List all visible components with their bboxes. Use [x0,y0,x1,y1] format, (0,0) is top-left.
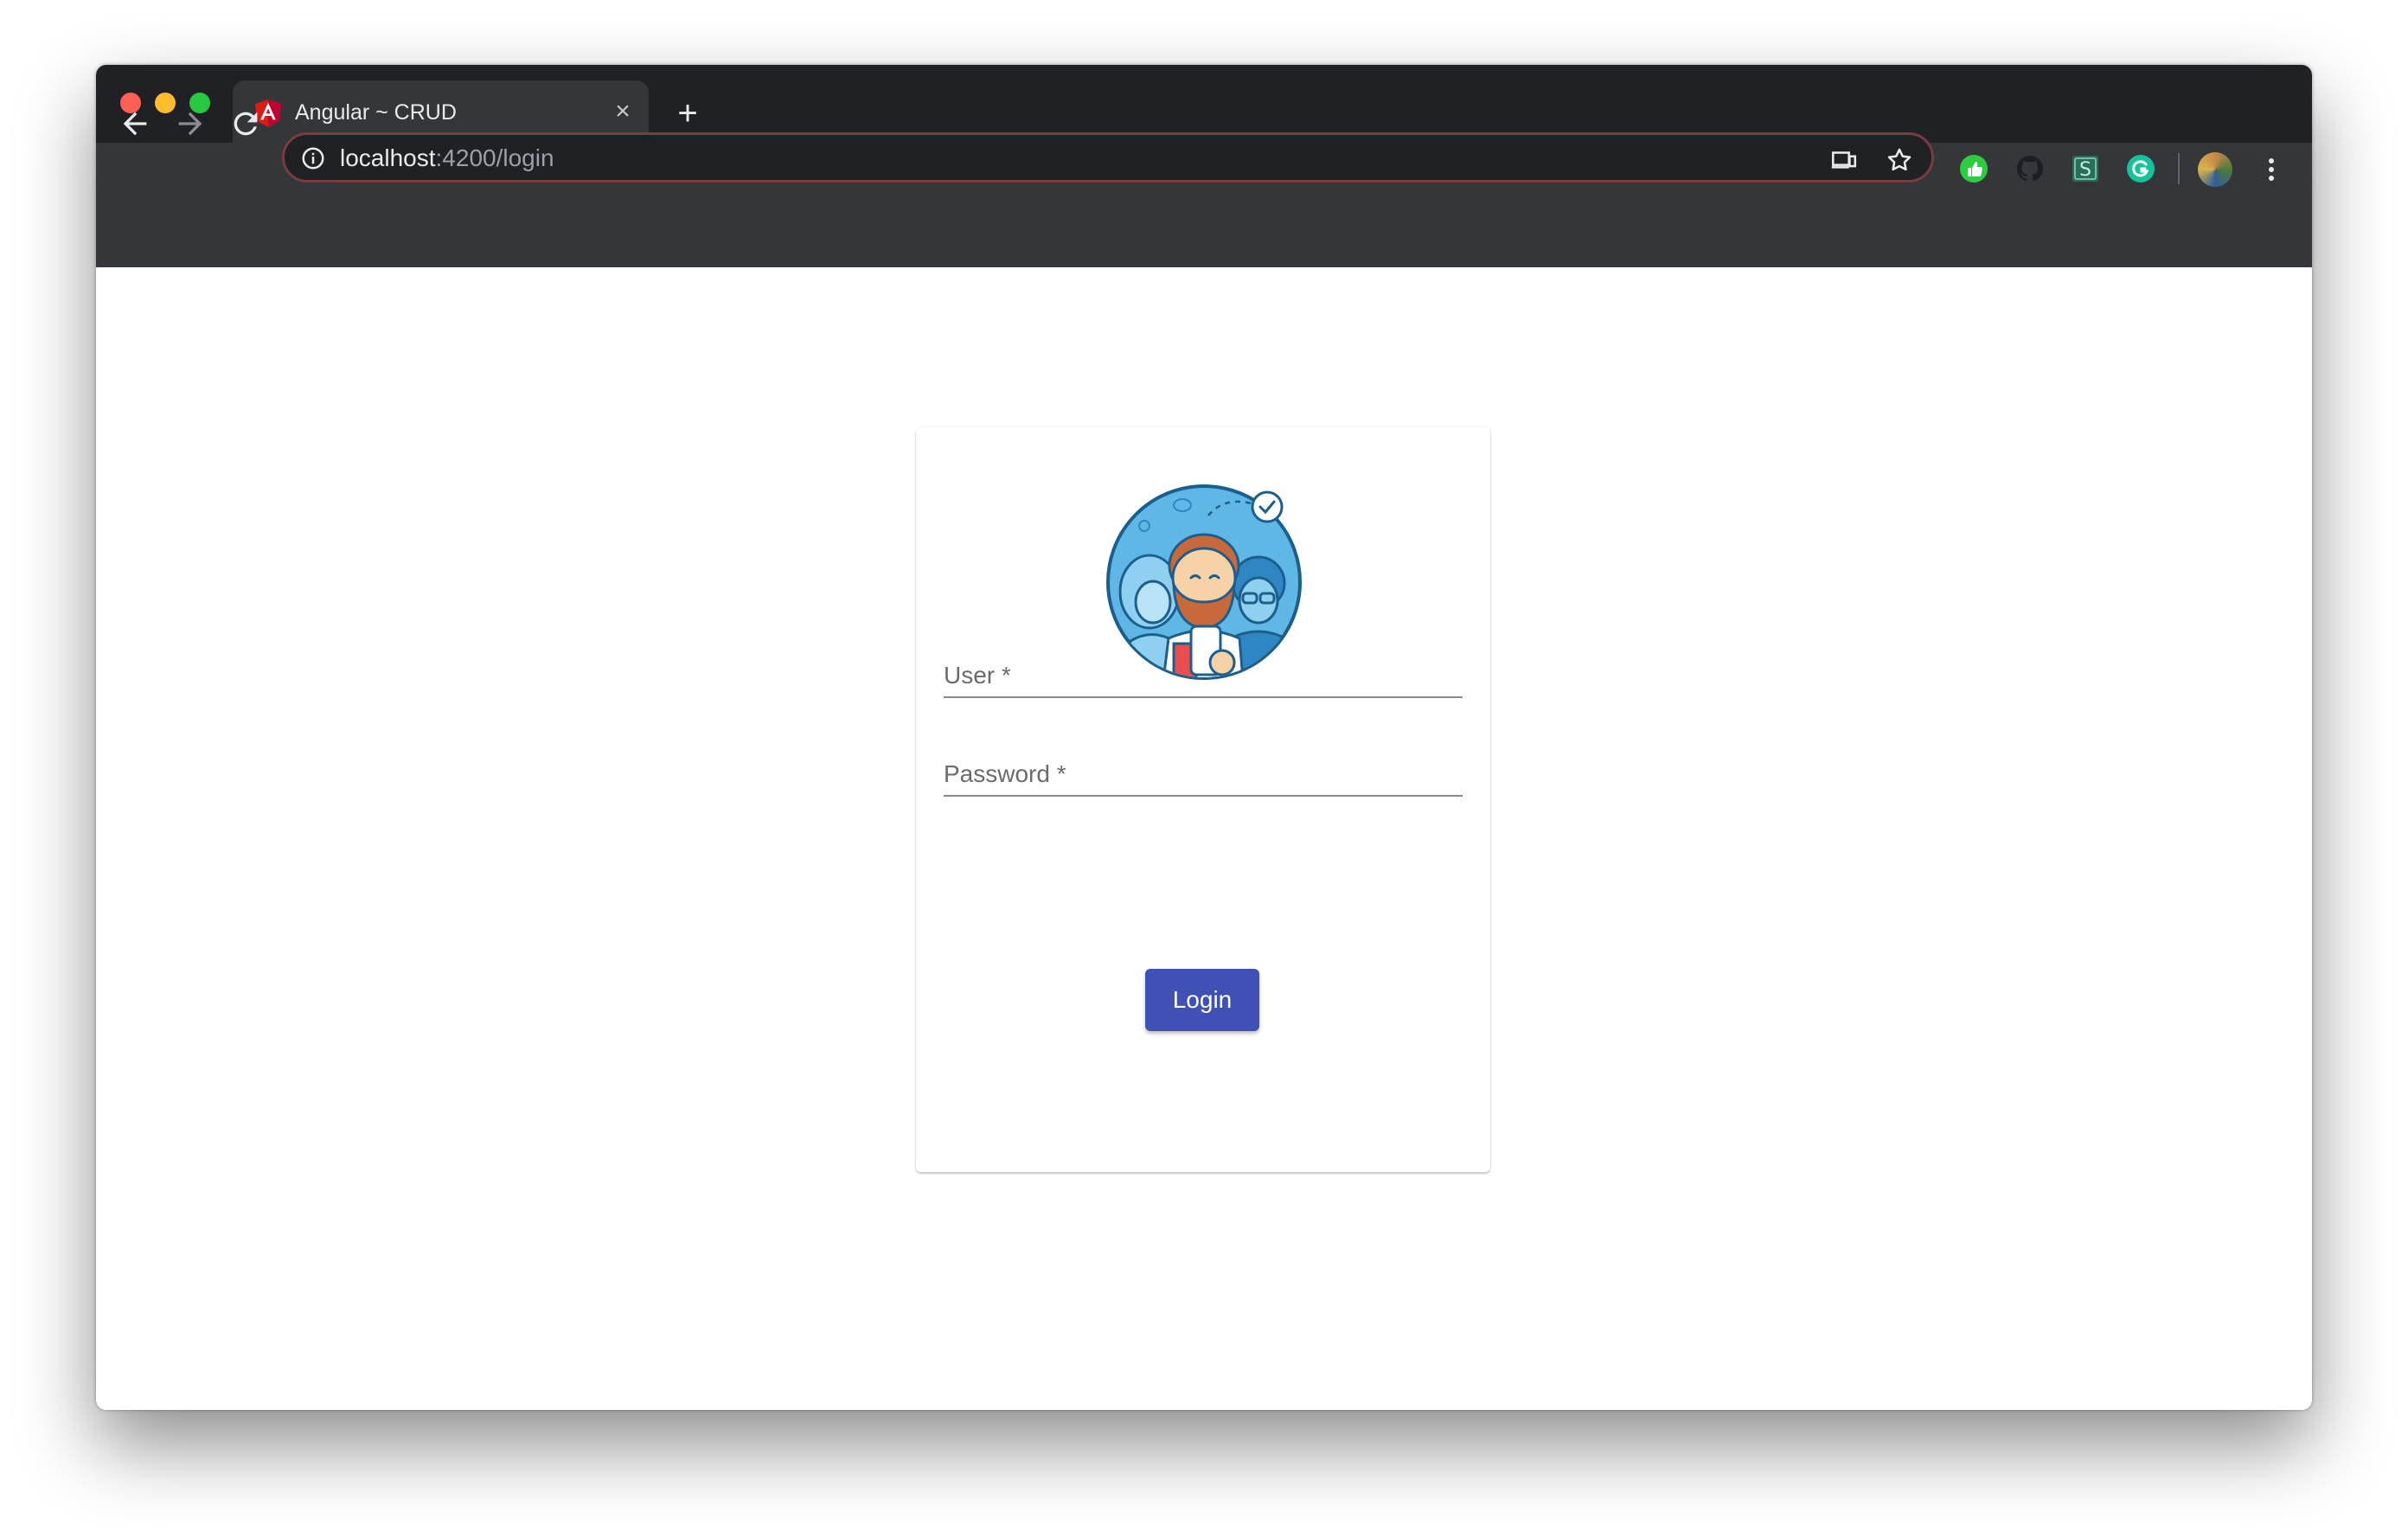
reload-icon[interactable] [228,106,263,141]
svg-text:S: S [2079,159,2091,181]
bookmark-star-icon[interactable] [1885,145,1914,175]
site-info-icon[interactable] [300,145,326,171]
user-field[interactable]: User * [944,638,1466,700]
login-button[interactable]: Login [1145,969,1259,1031]
thumbs-up-extension-icon[interactable] [1958,153,1989,184]
more-menu-icon[interactable] [2264,152,2278,187]
url-text: localhost:4200/login [340,143,554,174]
url-host: localhost [340,144,436,171]
tab-close-icon[interactable]: × [611,99,635,125]
title-bar: Angular ~ CRUD × + [96,65,2312,143]
password-field[interactable]: Password * [944,736,1466,798]
password-input[interactable] [944,736,1466,798]
page-viewport: User * Password * Login [96,267,2312,1410]
profile-avatar[interactable] [2198,152,2232,187]
address-bar[interactable]: localhost:4200/login [282,132,1934,183]
cast-devices-icon[interactable] [1829,145,1859,175]
grammarly-extension-icon[interactable] [2125,153,2156,184]
github-extension-icon[interactable] [2014,153,2046,184]
tab-title: Angular ~ CRUD [295,100,457,125]
user-input[interactable] [944,638,1466,700]
toolbar-separator [2178,153,2180,184]
browser-window: Angular ~ CRUD × + localhost:4200/login [96,65,2312,1410]
user-field-underline [944,696,1463,698]
s-extension-icon[interactable]: S [2070,153,2101,184]
forward-arrow-icon[interactable] [173,106,208,141]
back-arrow-icon[interactable] [118,106,152,141]
url-path: :4200/login [435,144,554,171]
login-card: User * Password * Login [916,427,1490,1172]
password-field-underline [944,795,1463,797]
new-tab-button[interactable]: + [670,96,705,131]
